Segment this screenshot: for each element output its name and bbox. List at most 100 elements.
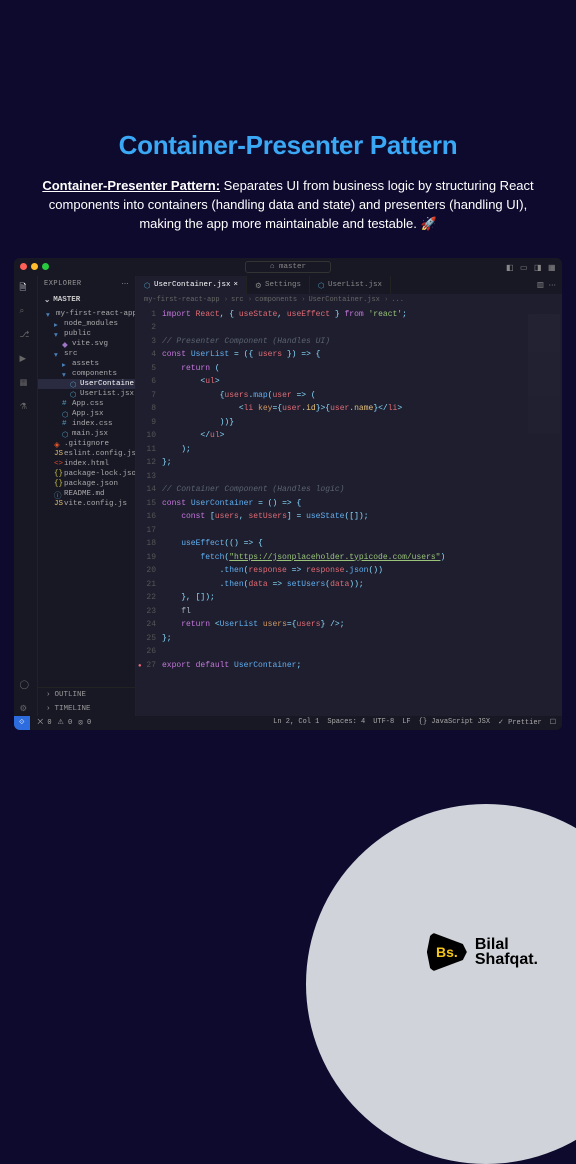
status-item[interactable]: ⚠ 0	[58, 718, 73, 727]
tree-item--gitignore[interactable]: ◈.gitignore	[38, 439, 135, 449]
status-item[interactable]: UTF-8	[373, 718, 394, 727]
account-icon[interactable]: ◯	[20, 680, 32, 692]
code-line[interactable]: ))}	[162, 416, 558, 430]
tree-item-index-css[interactable]: #index.css	[38, 419, 135, 429]
code-line[interactable]: .then(response => response.json())	[162, 564, 558, 578]
code-line[interactable]: };	[162, 456, 558, 470]
breadcrumb-segment[interactable]: ...	[391, 296, 404, 304]
git-icon[interactable]: ⎇	[20, 330, 32, 342]
code-line[interactable]: fetch("https://jsonplaceholder.typicode.…	[162, 551, 558, 565]
tree-item-my-first-react-app[interactable]: ▾my-first-react-app	[38, 309, 135, 319]
code-line[interactable]: import React, { useState, useEffect } fr…	[162, 308, 558, 322]
layout-panel-icon[interactable]: ▭	[520, 263, 528, 271]
editor-actions-icon[interactable]: ▥ ⋯	[531, 276, 562, 294]
code-line[interactable]	[162, 470, 558, 484]
status-item[interactable]: ⦻ 0	[78, 719, 91, 727]
extensions-icon[interactable]: ▦	[20, 378, 32, 390]
breadcrumb-segment[interactable]: components	[255, 296, 305, 304]
tree-item-vite-config-js[interactable]: JSvite.config.js	[38, 499, 135, 509]
status-item[interactable]: ✓ Prettier	[498, 718, 542, 727]
status-item[interactable]: Ln 2, Col 1	[273, 718, 319, 727]
sidebar-more-icon[interactable]: ⋯	[122, 280, 130, 289]
code-line[interactable]: {users.map(user => (	[162, 389, 558, 403]
code-line[interactable]: // Presenter Component (Handles UI)	[162, 335, 558, 349]
code-line[interactable]: .then(data => setUsers(data));	[162, 578, 558, 592]
code-line[interactable]: <li key={user.id}>{user.name}</li>	[162, 402, 558, 416]
maximize-window-button[interactable]	[42, 263, 49, 270]
sidebar-section-outline[interactable]: ›OUTLINE	[38, 688, 135, 702]
code-line[interactable]	[162, 524, 558, 538]
files-icon[interactable]: 🗎	[20, 282, 32, 294]
status-item[interactable]: {} JavaScript JSX	[419, 718, 490, 727]
tree-item-assets[interactable]: ▸assets	[38, 359, 135, 369]
status-item[interactable]: ⨉ 0	[38, 719, 52, 727]
debug-icon[interactable]: ▶	[20, 354, 32, 366]
code-editor[interactable]: import React, { useState, useEffect } fr…	[162, 306, 562, 716]
tree-item-main-jsx[interactable]: ⬡main.jsx	[38, 429, 135, 439]
beaker-icon[interactable]: ⚗	[20, 402, 32, 414]
close-tab-icon[interactable]: ×	[234, 281, 239, 289]
code-line[interactable]: return <UserList users={users} />;	[162, 618, 558, 632]
command-center[interactable]: ⌂ master	[245, 261, 331, 273]
status-item[interactable]: LF	[402, 718, 410, 727]
settings-icon[interactable]: ⚙	[20, 704, 32, 716]
tree-item-eslint-config-js[interactable]: JSeslint.config.js	[38, 449, 135, 459]
breadcrumb[interactable]: my-first-react-appsrccomponentsUserConta…	[136, 294, 562, 306]
code-line[interactable]: const [users, setUsers] = useState([]);	[162, 510, 558, 524]
code-line[interactable]: };	[162, 632, 558, 646]
tree-item-src[interactable]: ▾src	[38, 349, 135, 359]
tree-item-UserContainer-jsx[interactable]: ⬡UserContainer.jsx	[38, 379, 135, 389]
minimap[interactable]	[528, 314, 560, 434]
code-line[interactable]: );	[162, 443, 558, 457]
workspace-root[interactable]: ⌄ MASTER	[38, 293, 135, 307]
react-icon: ⬡	[70, 380, 77, 387]
tree-item-node_modules[interactable]: ▸node_modules	[38, 319, 135, 329]
breadcrumb-segment[interactable]: UserContainer.jsx	[308, 296, 388, 304]
line-number: 21	[136, 578, 156, 592]
code-line[interactable]: <ul>	[162, 375, 558, 389]
folder-icon: ▾	[54, 330, 61, 337]
search-icon[interactable]: ⌕	[20, 306, 32, 318]
line-number: 18	[136, 537, 156, 551]
status-item[interactable]: Spaces: 4	[327, 718, 365, 727]
code-line[interactable]: fl	[162, 605, 558, 619]
tree-item-App-css[interactable]: #App.css	[38, 399, 135, 409]
footer-decoration	[306, 804, 576, 1164]
breadcrumb-segment[interactable]: src	[231, 296, 252, 304]
tree-item-index-html[interactable]: <>index.html	[38, 459, 135, 469]
tab-userlist-jsx[interactable]: ⬡UserList.jsx	[310, 276, 391, 294]
code-line[interactable]: export default UserContainer;	[162, 659, 558, 673]
tree-item-README-md[interactable]: ⓘREADME.md	[38, 489, 135, 499]
layout-customize-icon[interactable]: ▦	[548, 263, 556, 271]
tab-usercontainer-jsx[interactable]: ⬡UserContainer.jsx×	[136, 276, 247, 294]
tree-item-vite-svg[interactable]: ◆vite.svg	[38, 339, 135, 349]
tab-settings[interactable]: ⚙Settings	[247, 276, 310, 294]
tree-item-App-jsx[interactable]: ⬡App.jsx	[38, 409, 135, 419]
layout-right-icon[interactable]: ◨	[534, 263, 542, 271]
layout-sidebar-icon[interactable]: ◧	[506, 263, 514, 271]
line-number: 24	[136, 618, 156, 632]
code-line[interactable]: const UserList = ({ users }) => {	[162, 348, 558, 362]
status-item[interactable]: ☐	[550, 718, 556, 727]
code-line[interactable]: useEffect(() => {	[162, 537, 558, 551]
tree-item-package-lock-json[interactable]: {}package-lock.json	[38, 469, 135, 479]
code-line[interactable]: // Container Component (Handles logic)	[162, 483, 558, 497]
tree-label: UserContainer.jsx	[80, 380, 135, 388]
tree-item-public[interactable]: ▾public	[38, 329, 135, 339]
tree-item-UserList-jsx[interactable]: ⬡UserList.jsx	[38, 389, 135, 399]
code-line[interactable]: return (	[162, 362, 558, 376]
close-window-button[interactable]	[20, 263, 27, 270]
code-line[interactable]: const UserContainer = () => {	[162, 497, 558, 511]
explorer-sidebar: EXPLORER ⋯ ⌄ MASTER ▾my-first-react-app▸…	[38, 276, 136, 716]
code-line[interactable]	[162, 645, 558, 659]
tree-item-components[interactable]: ▾components	[38, 369, 135, 379]
code-line[interactable]: </ul>	[162, 429, 558, 443]
breadcrumb-segment[interactable]: my-first-react-app	[144, 296, 228, 304]
tree-label: .gitignore	[64, 440, 109, 448]
sidebar-section-timeline[interactable]: ›TIMELINE	[38, 702, 135, 716]
minimize-window-button[interactable]	[31, 263, 38, 270]
tree-item-package-json[interactable]: {}package.json	[38, 479, 135, 489]
code-line[interactable]	[162, 321, 558, 335]
remote-indicator[interactable]: ⟐	[14, 716, 30, 730]
code-line[interactable]: }, []);	[162, 591, 558, 605]
